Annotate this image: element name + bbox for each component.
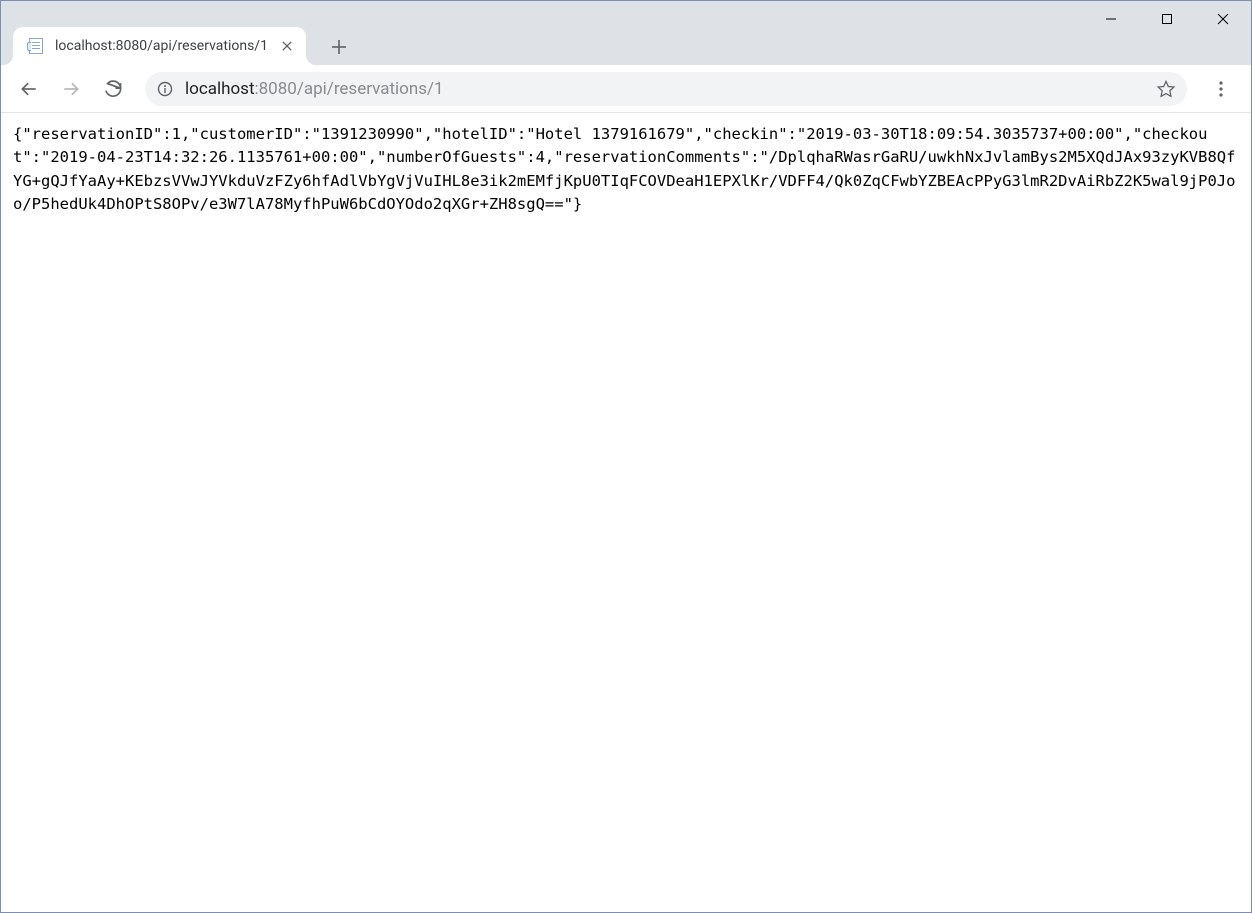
url-port: :8080 [255,79,297,99]
url-host: localhost [185,79,255,99]
page-favicon [27,37,45,55]
maximize-button[interactable] [1139,1,1195,37]
url-text: localhost:8080/api/reservations/1 [185,79,1143,99]
tab-strip: localhost:8080/api/reservations/1 [1,23,354,65]
site-info-icon[interactable] [155,79,175,99]
tab-title: localhost:8080/api/reservations/1 [55,38,268,54]
new-tab-button[interactable] [324,32,354,62]
address-bar[interactable]: localhost:8080/api/reservations/1 [145,72,1187,106]
tab-close-button[interactable] [278,37,296,55]
page-body-text: {"reservationID":1,"customerID":"1391230… [1,113,1251,226]
reload-button[interactable] [95,71,131,107]
browser-toolbar: localhost:8080/api/reservations/1 [1,65,1251,113]
forward-button[interactable] [53,71,89,107]
browser-menu-button[interactable] [1201,71,1241,107]
minimize-button[interactable] [1083,1,1139,37]
window-controls [1083,1,1251,37]
window-close-button[interactable] [1195,1,1251,37]
browser-tab-active[interactable]: localhost:8080/api/reservations/1 [13,27,306,65]
title-bar: localhost:8080/api/reservations/1 [1,1,1251,65]
url-path: /api/reservations/1 [297,79,444,99]
bookmark-button[interactable] [1153,76,1179,102]
back-button[interactable] [11,71,47,107]
